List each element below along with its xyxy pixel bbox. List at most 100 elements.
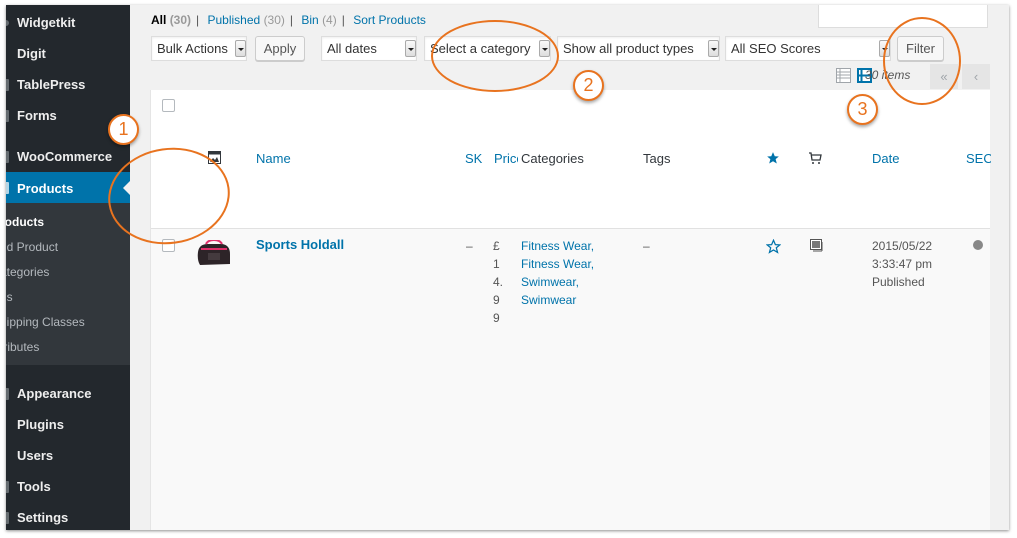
product-sku: – <box>466 239 473 253</box>
column-categories: Categories <box>521 151 584 166</box>
product-name-link[interactable]: Sports Holdall <box>256 237 344 252</box>
annotation-callout-1: 1 <box>108 114 139 145</box>
sidebar-item-label: Widgetkit <box>17 15 76 30</box>
main-content: All (30) | Published (30) | Bin (4) | Sort … <box>130 5 1009 530</box>
sidebar-item-label: Appearance <box>17 386 92 401</box>
date-value: 2015/05/22 <box>872 239 933 253</box>
chevron-down-icon <box>708 40 719 57</box>
settings-icon <box>6 511 9 524</box>
sidebar-item-label: TablePress <box>17 77 86 92</box>
column-price[interactable]: Price <box>494 151 518 166</box>
column-seo[interactable]: SEO <box>966 151 991 166</box>
category-link[interactable]: Fitness Wear, <box>521 255 594 273</box>
submenu-tags[interactable]: gs <box>6 290 13 304</box>
sidebar-item-tools[interactable]: Tools <box>6 471 130 502</box>
sidebar-item-label: WooCommerce <box>17 149 113 164</box>
product-thumbnail[interactable] <box>196 240 232 268</box>
sidebar-item-widgetkit[interactable]: Widgetkit <box>6 7 130 38</box>
view-published[interactable]: Published (30) <box>208 13 285 27</box>
column-date[interactable]: Date <box>872 151 899 166</box>
sidebar-item-label: Products <box>17 180 74 196</box>
tools-icon <box>6 480 9 493</box>
price-line: 9 <box>493 311 500 325</box>
product-date: 2015/05/22 3:33:47 pm Published <box>872 237 932 291</box>
admin-sidebar: Widgetkit Digit TablePress Forms WooComm… <box>6 5 130 530</box>
annotation-ellipse-category <box>431 20 559 92</box>
annotation-callout-3: 3 <box>847 94 878 125</box>
submenu-shipping-classes[interactable]: hipping Classes <box>6 315 85 329</box>
seo-scores-select[interactable]: All SEO Scores <box>725 36 891 61</box>
product-tags: – <box>643 239 650 253</box>
view-published-label: Published <box>207 13 261 27</box>
dates-select[interactable]: All dates <box>321 36 417 61</box>
widgetkit-icon <box>6 19 9 26</box>
category-link[interactable]: Swimwear, <box>521 273 594 291</box>
sidebar-item-settings[interactable]: Settings <box>6 502 130 530</box>
submenu-categories[interactable]: ategories <box>6 265 49 279</box>
tablepress-icon <box>6 78 9 91</box>
seo-score-dot <box>973 240 983 250</box>
screenshot-frame: Widgetkit Digit TablePress Forms WooComm… <box>6 5 1009 530</box>
sidebar-item-label: Settings <box>17 510 69 525</box>
view-filters: All (30) | Published (30) | Bin (4) | Sort … <box>151 13 426 27</box>
view-all-label: All <box>151 13 167 27</box>
product-type-select[interactable]: Show all product types <box>557 36 720 61</box>
products-submenu: roducts dd Product ategories gs hipping … <box>6 203 130 365</box>
star-icon[interactable] <box>766 151 780 165</box>
view-published-count: (30) <box>263 13 285 27</box>
price-line: 4. <box>493 275 504 289</box>
category-link[interactable]: Swimwear <box>521 291 594 309</box>
annotation-callout-2: 2 <box>573 70 604 101</box>
dates-value: All dates <box>327 41 377 56</box>
sidebar-item-appearance[interactable]: Appearance <box>6 378 130 409</box>
category-link[interactable]: Fitness Wear, <box>521 237 594 255</box>
star-outline-icon[interactable] <box>766 239 781 254</box>
select-all-checkbox[interactable] <box>162 99 175 112</box>
sidebar-item-label: Tools <box>17 479 51 494</box>
view-bin-count: (4) <box>322 13 337 27</box>
column-name[interactable]: Name <box>256 151 291 166</box>
submenu-products[interactable]: roducts <box>6 215 44 229</box>
apply-button[interactable]: Apply <box>255 36 305 61</box>
time-value: 3:33:47 pm <box>872 257 933 271</box>
sidebar-item-label: Users <box>17 448 54 463</box>
prev-page-button[interactable]: ‹ <box>962 64 990 89</box>
sidebar-item-label: Forms <box>17 108 57 123</box>
cart-icon <box>809 152 822 164</box>
price-line: 9 <box>493 293 500 307</box>
sidebar-item-woocommerce[interactable]: WooCommerce <box>6 141 130 172</box>
view-bin-label: Bin <box>301 13 319 27</box>
column-tags: Tags <box>643 151 671 166</box>
chevron-down-icon <box>405 40 416 57</box>
view-bin[interactable]: Bin (4) <box>301 13 336 27</box>
bulk-actions-value: Bulk Actions <box>157 41 228 56</box>
product-price: £ 1 4. 9 9 <box>493 237 505 327</box>
seo-scores-value: All SEO Scores <box>731 41 821 56</box>
products-table: Name SKU Price Categories Tags Date SEO <box>150 90 991 530</box>
submenu-add-product[interactable]: dd Product <box>6 240 58 254</box>
product-type-value: Show all product types <box>563 41 694 56</box>
status-value: Published <box>872 275 925 289</box>
list-view-icon[interactable] <box>836 68 851 83</box>
products-icon <box>6 182 9 194</box>
annotation-ellipse-filter <box>883 17 961 105</box>
price-line: 1 <box>493 257 500 271</box>
sidebar-item-label: Plugins <box>17 417 64 432</box>
bulk-actions-select[interactable]: Bulk Actions <box>151 36 247 61</box>
submenu-attributes[interactable]: tributes <box>6 340 39 354</box>
forms-icon <box>6 109 9 122</box>
simple-product-icon <box>810 239 823 252</box>
view-all[interactable]: All (30) <box>151 13 191 27</box>
sidebar-item-plugins[interactable]: Plugins <box>6 409 130 440</box>
price-line: £ <box>493 239 500 253</box>
sort-products-link[interactable]: Sort Products <box>353 13 426 27</box>
sidebar-item-digit[interactable]: Digit <box>6 38 130 69</box>
appearance-icon <box>6 387 9 400</box>
woocommerce-icon <box>6 150 9 163</box>
sidebar-item-users[interactable]: Users <box>6 440 130 471</box>
sidebar-item-tablepress[interactable]: TablePress <box>6 69 130 100</box>
table-row: Sports Holdall – £ 1 4. 9 9 Fitness Wear… <box>151 230 990 340</box>
column-sku[interactable]: SKU <box>465 151 483 166</box>
product-categories: Fitness Wear, Fitness Wear, Swimwear, Sw… <box>521 237 594 309</box>
view-all-count: (30) <box>169 13 192 27</box>
